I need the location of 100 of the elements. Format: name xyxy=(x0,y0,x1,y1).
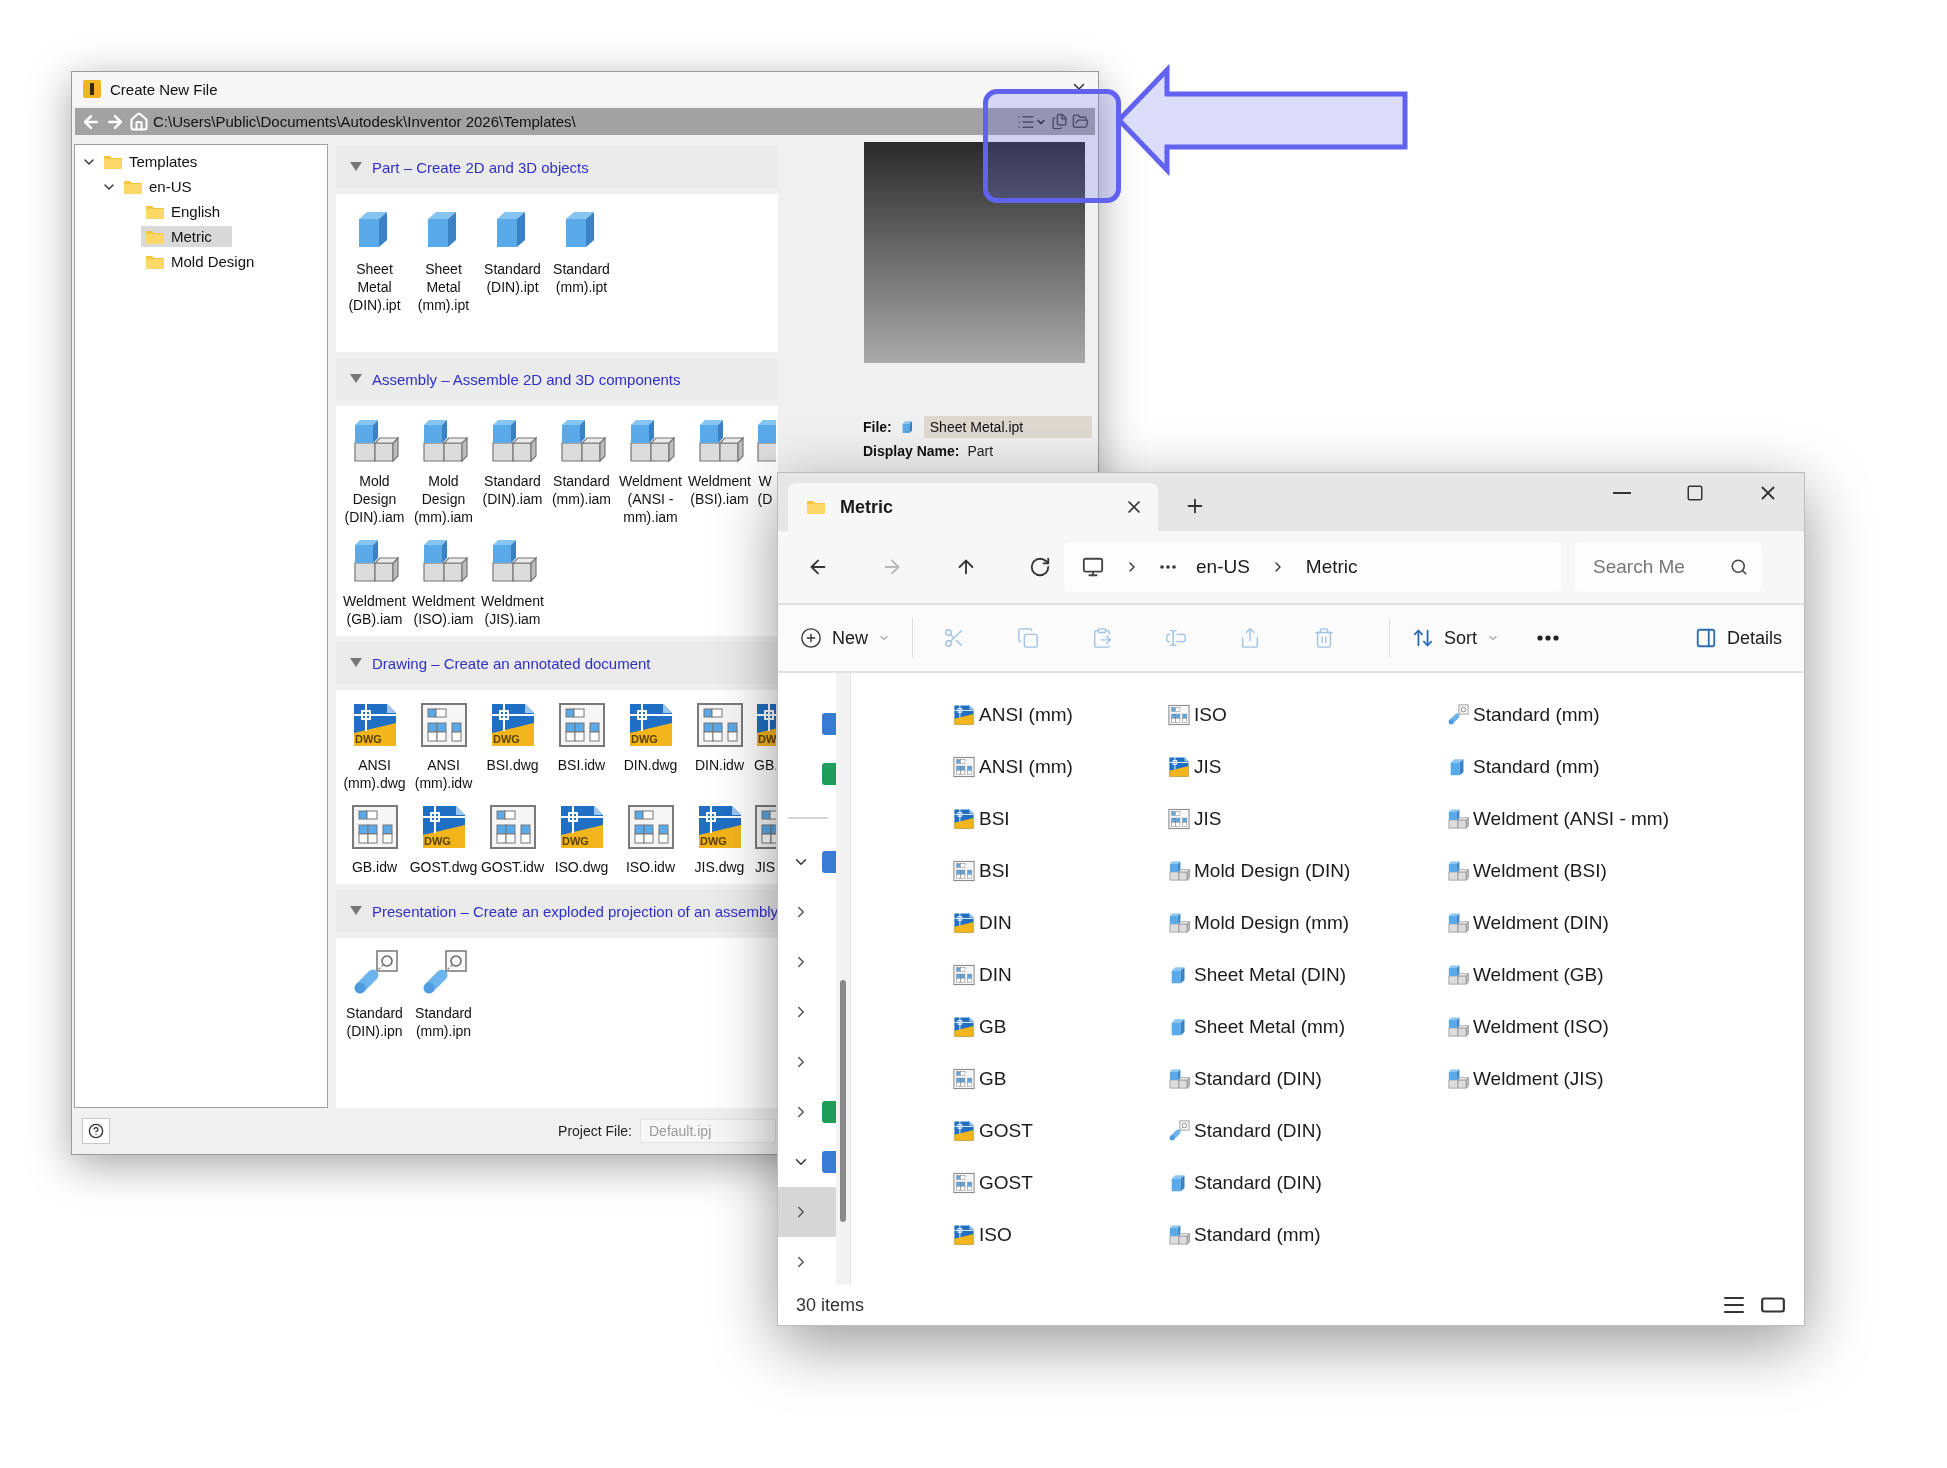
tree-item[interactable]: en-US xyxy=(119,176,212,197)
file-item[interactable]: Weldment (DIN) xyxy=(1447,897,1804,949)
breadcrumb-item[interactable]: Metric xyxy=(1305,556,1358,578)
more-icon[interactable] xyxy=(1160,565,1176,569)
home-button[interactable] xyxy=(129,111,149,132)
template-label[interactable]: Weldment (BSI).iam xyxy=(685,472,754,508)
file-item[interactable]: Weldment (JIS) xyxy=(1447,1053,1804,1105)
template-label[interactable]: Mold Design (mm).iam xyxy=(409,472,478,526)
folder-tab[interactable]: Metric xyxy=(788,483,1158,531)
drawing-sheet-icon xyxy=(953,964,975,986)
file-item[interactable]: ISO xyxy=(953,1209,1168,1261)
file-type-label: DWG xyxy=(561,835,589,847)
collapse-triangle-icon[interactable] xyxy=(350,162,362,172)
file-item[interactable]: Mold Design (mm) xyxy=(1168,897,1447,949)
copy-button[interactable] xyxy=(1051,113,1068,130)
template-label[interactable]: Standard (DIN).ipt xyxy=(478,260,547,296)
file-item[interactable]: DIN xyxy=(953,949,1168,1001)
address-bar[interactable]: en-US Metric xyxy=(1064,542,1561,592)
path-text: C:\Users\Public\Documents\Autodesk\Inventor 2026\Templates\ xyxy=(153,113,577,130)
file-item[interactable]: Weldment (BSI) xyxy=(1447,845,1804,897)
file-item[interactable]: BSI xyxy=(953,793,1168,845)
file-item[interactable]: Sheet Metal (DIN) xyxy=(1168,949,1447,1001)
file-item[interactable]: BSI xyxy=(953,845,1168,897)
file-item[interactable]: Weldment (ANSI - mm) xyxy=(1447,793,1804,845)
tree-item[interactable]: Mold Design xyxy=(141,251,275,272)
file-item[interactable]: Standard (DIN) xyxy=(1168,1053,1447,1105)
scrollbar-thumb[interactable] xyxy=(840,980,846,1222)
file-name: Standard (DIN) xyxy=(1194,1068,1322,1090)
search-box[interactable]: Search Me xyxy=(1575,542,1762,592)
search-field[interactable]: Search Me xyxy=(1591,555,1730,579)
file-item[interactable]: Standard (mm) xyxy=(1447,741,1804,793)
template-label[interactable]: Standard (mm).ipt xyxy=(547,260,616,296)
file-item[interactable]: DIN xyxy=(953,897,1168,949)
section-header[interactable]: Drawing – Create an annotated document xyxy=(336,642,778,684)
template-label[interactable]: GOST.dwg xyxy=(409,858,478,876)
drawing-sheet-icon xyxy=(1168,704,1190,726)
template-label[interactable]: GOST.idw xyxy=(481,858,544,876)
template-label[interactable]: DIN.idw xyxy=(695,756,744,774)
template-label[interactable]: ANSI (mm).dwg xyxy=(340,756,409,792)
template-label[interactable]: GB.idw xyxy=(351,858,398,876)
section-header[interactable]: Part – Create 2D and 3D objects xyxy=(336,146,778,188)
copy-icon xyxy=(1051,113,1068,130)
template-label[interactable]: Standard (DIN).ipn xyxy=(340,1004,409,1040)
sort-button[interactable]: Sort xyxy=(1406,621,1506,655)
template-label[interactable]: DIN.dwg xyxy=(623,756,678,774)
tree-item[interactable]: Templates xyxy=(99,151,218,172)
file-item[interactable]: Standard (mm) xyxy=(1447,689,1804,741)
template-label[interactable]: Standard (mm).ipn xyxy=(409,1004,478,1040)
file-name: ANSI (mm) xyxy=(979,756,1073,778)
file-name: Sheet Metal (DIN) xyxy=(1194,964,1347,986)
template-label[interactable]: ISO.dwg xyxy=(554,858,609,876)
template-label[interactable]: Weldment (JIS).iam xyxy=(478,592,547,628)
template-label[interactable]: Sheet Metal (DIN).ipt xyxy=(340,260,409,314)
tree-item[interactable]: English xyxy=(141,201,241,222)
file-item[interactable]: GB xyxy=(953,1053,1168,1105)
template-label[interactable]: Weldment (GB).iam xyxy=(340,592,409,628)
template-label[interactable]: BSI.idw xyxy=(557,756,606,774)
file-item[interactable]: GOST xyxy=(953,1105,1168,1157)
file-item[interactable]: JIS xyxy=(1168,741,1447,793)
template-label[interactable]: GB. xyxy=(754,756,776,774)
presentation-icon xyxy=(1168,1120,1190,1142)
open-folder-button[interactable] xyxy=(1072,113,1089,130)
template-label[interactable]: Weldment (ANSI - mm).iam xyxy=(616,472,685,526)
file-item[interactable]: GB xyxy=(953,1001,1168,1053)
file-item[interactable]: ISO xyxy=(1168,689,1447,741)
file-item[interactable]: Standard (mm) xyxy=(1168,1209,1447,1261)
file-item[interactable]: Weldment (ISO) xyxy=(1447,1001,1804,1053)
section-header[interactable]: Presentation – Create an exploded projection of an assembly xyxy=(336,890,778,932)
template-label[interactable]: BSI.dwg xyxy=(486,756,539,774)
template-label[interactable]: Sheet Metal (mm).ipt xyxy=(409,260,478,314)
collapse-triangle-icon[interactable] xyxy=(350,658,362,668)
file-item[interactable]: Mold Design (DIN) xyxy=(1168,845,1447,897)
file-item[interactable]: GOST xyxy=(953,1157,1168,1209)
help-button[interactable] xyxy=(82,1118,110,1144)
template-label[interactable]: Standard (mm).iam xyxy=(547,472,616,508)
dwg-file-icon xyxy=(628,703,673,746)
file-item[interactable]: ANSI (mm) xyxy=(953,741,1168,793)
file-item[interactable]: ANSI (mm) xyxy=(953,689,1168,741)
template-label[interactable]: ISO.idw xyxy=(626,858,675,876)
file-name: Standard (DIN) xyxy=(1194,1172,1322,1194)
collapse-triangle-icon[interactable] xyxy=(350,374,362,384)
collapse-triangle-icon[interactable] xyxy=(350,906,362,916)
new-button[interactable]: New xyxy=(794,621,896,655)
template-label[interactable]: JIS.dwg xyxy=(694,858,745,876)
file-item[interactable]: Weldment (GB) xyxy=(1447,949,1804,1001)
file-item[interactable]: Sheet Metal (mm) xyxy=(1168,1001,1447,1053)
file-item[interactable]: Standard (DIN) xyxy=(1168,1105,1447,1157)
template-label[interactable]: Mold Design (DIN).iam xyxy=(340,472,409,526)
file-item[interactable]: JIS xyxy=(1168,793,1447,845)
file-item[interactable]: Standard (DIN) xyxy=(1168,1157,1447,1209)
tree-item[interactable]: Metric xyxy=(141,226,232,247)
template-label[interactable]: ANSI (mm).idw xyxy=(409,756,478,792)
template-label[interactable]: W (D xyxy=(757,472,773,508)
template-label[interactable]: Standard (DIN).iam xyxy=(478,472,547,508)
details-button[interactable]: Details xyxy=(1688,621,1788,655)
template-label[interactable]: JIS xyxy=(754,858,776,876)
breadcrumb-item[interactable]: en-US xyxy=(1196,556,1250,578)
drawing-sheet-icon xyxy=(1168,808,1190,830)
section-header[interactable]: Assembly – Assemble 2D and 3D components xyxy=(336,358,778,400)
template-label[interactable]: Weldment (ISO).iam xyxy=(409,592,478,628)
